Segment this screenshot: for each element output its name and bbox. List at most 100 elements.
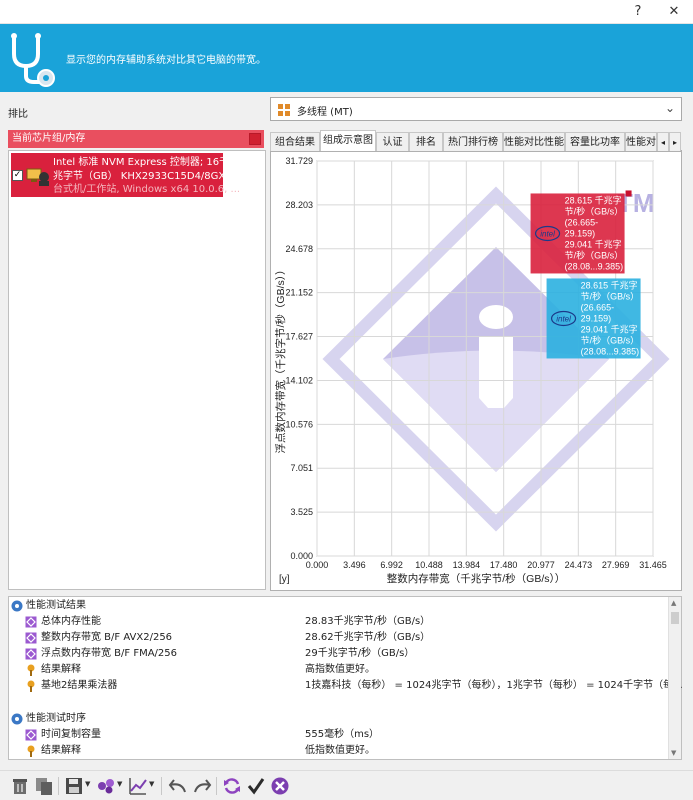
help-button[interactable]: ? bbox=[628, 3, 648, 21]
scroll-thumb[interactable] bbox=[671, 612, 679, 624]
data-point-label: 节/秒（GB/s） bbox=[565, 205, 624, 216]
tab-ranking[interactable]: 排名 bbox=[409, 132, 443, 151]
result-label: 整数内存带宽 B/F AVX2/256 bbox=[41, 632, 173, 643]
result-label: 总体内存性能 bbox=[41, 616, 101, 627]
timing-row[interactable]: 结果解释 低指数值更好。 bbox=[9, 743, 667, 759]
purple-diamond-icon bbox=[25, 729, 37, 741]
result-row[interactable]: 基地2结果乘法器 1技嘉科技（每秒） = 1024兆字节（每秒），1兆字节（每秒）… bbox=[9, 678, 683, 694]
y-tick-label: 14.102 bbox=[285, 375, 313, 385]
data-point-label: 节/秒（GB/s） bbox=[581, 334, 640, 345]
refresh-icon[interactable] bbox=[222, 776, 242, 796]
list-item[interactable]: ✓ Intel 标准 NVM Express 控制器; 16千 兆字节（GB） … bbox=[11, 153, 240, 197]
tab-certification[interactable]: 认证 bbox=[376, 132, 409, 151]
data-point-2[interactable]: intel28.615 千兆字节/秒（GB/s）(26.665-29.159)2… bbox=[546, 278, 641, 359]
x-tick-label: 10.488 bbox=[415, 560, 443, 570]
data-point-label: 节/秒（GB/s） bbox=[565, 249, 624, 260]
result-value: 29千兆字节/秒（GB/s） bbox=[305, 648, 415, 659]
options-icon[interactable] bbox=[96, 776, 116, 796]
timing-row[interactable]: 时间复制容量 555毫秒（ms） bbox=[9, 727, 667, 743]
result-label: 结果解释 bbox=[41, 664, 81, 675]
purple-diamond-icon bbox=[25, 616, 37, 628]
result-row[interactable]: 整数内存带宽 B/F AVX2/256 28.62千兆字节/秒（GB/s） bbox=[9, 630, 667, 646]
data-point-label: (26.665- bbox=[581, 302, 615, 312]
bottom-toolbar: ▼ ▼ ▼ bbox=[0, 770, 693, 800]
result-label: 结果解释 bbox=[41, 745, 81, 756]
data-point-label: 29.159) bbox=[565, 228, 596, 238]
category-color-swatch[interactable] bbox=[249, 133, 261, 145]
cancel-icon[interactable] bbox=[270, 776, 290, 796]
y-tick-label: 7.051 bbox=[290, 463, 313, 473]
result-label: 浮点数内存带宽 B/F FMA/256 bbox=[41, 648, 178, 659]
x-tick-label: 24.473 bbox=[565, 560, 593, 570]
results-section-title: 性能测试结果 bbox=[26, 600, 86, 611]
result-row[interactable]: 浮点数内存带宽 B/F FMA/256 29千兆字节/秒（GB/s） bbox=[9, 646, 667, 662]
timing-section-header: 性能测试时序 bbox=[9, 711, 667, 727]
x-tick-label: 27.969 bbox=[602, 560, 630, 570]
header-banner: 显示您的内存辅助系统对比其它电脑的带宽。 bbox=[0, 24, 693, 92]
save-icon[interactable] bbox=[64, 776, 84, 796]
result-value: 28.83千兆字节/秒（GB/s） bbox=[305, 616, 431, 627]
y-tick-label: 21.152 bbox=[285, 288, 313, 298]
chart-icon[interactable] bbox=[128, 776, 148, 796]
x-tick-label: 3.496 bbox=[343, 560, 366, 570]
y-tick-label: 24.678 bbox=[285, 244, 313, 254]
item-system: 台式机/工作站, Windows x64 10.0.6, ... bbox=[53, 184, 241, 195]
result-row[interactable]: 总体内存性能 28.83千兆字节/秒（GB/s） bbox=[9, 614, 667, 630]
pin-icon bbox=[27, 664, 35, 676]
banner-description: 显示您的内存辅助系统对比其它电脑的带宽。 bbox=[66, 55, 266, 66]
mode-select-value: 多线程 (MT) bbox=[297, 107, 353, 118]
data-point-label: 28.615 千兆字 bbox=[565, 194, 622, 205]
result-label: 时间复制容量 bbox=[41, 729, 101, 740]
y-tick-label: 17.627 bbox=[285, 332, 313, 342]
scroll-up-arrow[interactable]: ▲ bbox=[671, 599, 676, 607]
item-checkbox[interactable]: ✓ bbox=[12, 170, 23, 181]
tab-scroll-left[interactable]: ◂ bbox=[657, 132, 669, 151]
result-value: 高指数值更好。 bbox=[305, 664, 375, 675]
mode-select[interactable]: 多线程 (MT) ⌄ bbox=[270, 97, 682, 121]
x-tick-label: 0.000 bbox=[306, 560, 329, 570]
x-tick-label: 6.992 bbox=[380, 560, 403, 570]
ok-icon[interactable] bbox=[246, 776, 266, 796]
data-point-1[interactable]: intel28.615 千兆字节/秒（GB/s）(26.665-29.159)2… bbox=[530, 193, 625, 274]
data-point-marker[interactable] bbox=[625, 190, 632, 197]
x-tick-label: 17.480 bbox=[490, 560, 518, 570]
copy-icon[interactable] bbox=[34, 776, 54, 796]
comparison-list[interactable]: ✓ Intel 标准 NVM Express 控制器; 16千 兆字节（GB） … bbox=[8, 150, 266, 590]
redo-icon[interactable] bbox=[192, 776, 212, 796]
save-dropdown-arrow[interactable]: ▼ bbox=[85, 780, 90, 788]
toolbar-separator bbox=[58, 777, 59, 795]
results-scrollbar[interactable]: ▲ ▼ bbox=[668, 597, 681, 759]
results-section-header: 性能测试结果 bbox=[9, 598, 667, 614]
item-memory: 兆字节（GB） KHX2933C15D4/8GX ... bbox=[53, 171, 238, 182]
chevron-down-icon: ⌄ bbox=[664, 101, 675, 115]
undo-icon[interactable] bbox=[168, 776, 188, 796]
close-button[interactable]: ✕ bbox=[664, 3, 684, 21]
delete-icon[interactable] bbox=[10, 776, 30, 796]
timing-section-title: 性能测试时序 bbox=[26, 713, 86, 724]
result-row[interactable]: 结果解释 高指数值更好。 bbox=[9, 662, 667, 678]
chart-panel: TM 0.000 3.496 6.992 10.488 13.984 17.480 20.9… bbox=[270, 151, 682, 591]
item-title: Intel 标准 NVM Express 控制器; 16千 bbox=[53, 157, 230, 168]
tab-scroll-right[interactable]: ▸ bbox=[669, 132, 681, 151]
purple-diamond-icon bbox=[25, 648, 37, 660]
options-dropdown-arrow[interactable]: ▼ bbox=[117, 780, 122, 788]
category-label: 当前芯片组/内存 bbox=[12, 133, 86, 144]
title-bar: ? ✕ bbox=[0, 0, 693, 24]
tab-capacity-vs-power[interactable]: 容量比功率 bbox=[565, 132, 625, 151]
tab-combined-results[interactable]: 组合结果 bbox=[270, 132, 320, 151]
chart-dropdown-arrow[interactable]: ▼ bbox=[149, 780, 154, 788]
tab-performance-vs[interactable]: 性能对比 bbox=[625, 132, 657, 151]
data-point-label: (26.665- bbox=[565, 217, 599, 227]
tab-top-list[interactable]: 热门排行榜 bbox=[443, 132, 503, 151]
result-label: 基地2结果乘法器 bbox=[41, 680, 118, 691]
y-tick-label: 28.203 bbox=[285, 200, 313, 210]
tab-chart[interactable]: 组成示意图 bbox=[320, 130, 376, 152]
rank-label: 排比 bbox=[8, 109, 28, 120]
purple-diamond-icon bbox=[25, 632, 37, 644]
results-panel[interactable]: 性能测试结果 总体内存性能 28.83千兆字节/秒（GB/s） 整数内存带宽 B/F… bbox=[8, 596, 683, 760]
scroll-down-arrow[interactable]: ▼ bbox=[671, 749, 676, 757]
result-value: 1技嘉科技（每秒） = 1024兆字节（每秒），1兆字节（每秒） = 1024千… bbox=[305, 680, 683, 691]
data-point-label: 29.041 千兆字 bbox=[581, 323, 638, 334]
pin-icon bbox=[27, 745, 35, 757]
tab-performance-vs-performance[interactable]: 性能对比性能 bbox=[503, 132, 565, 151]
